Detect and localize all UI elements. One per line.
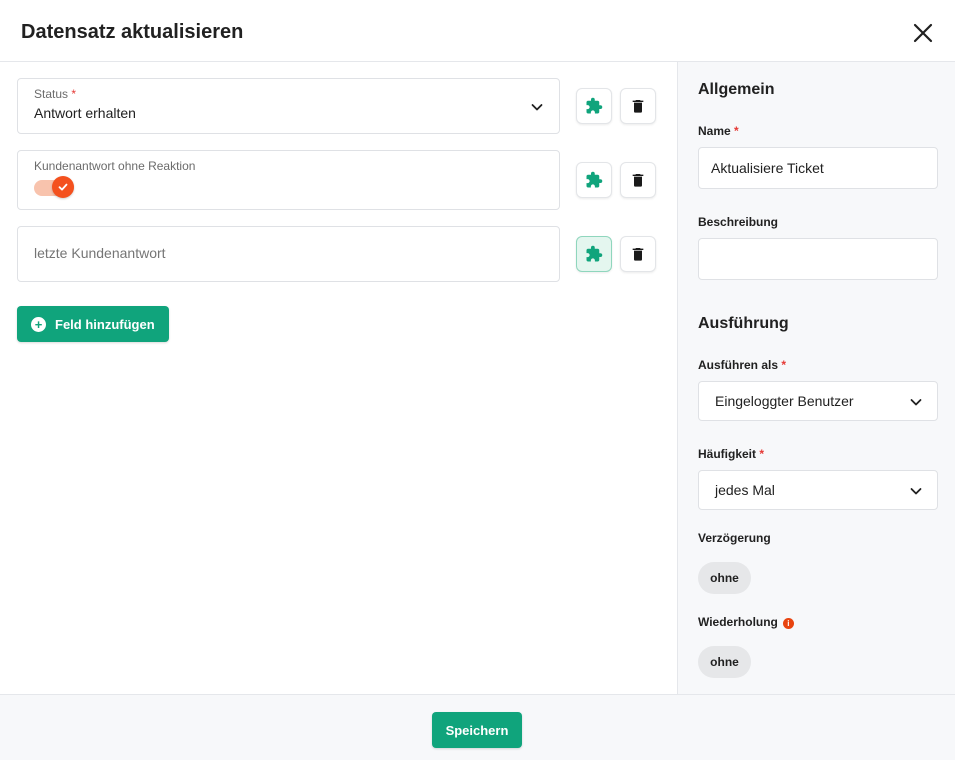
chevron-down-icon [531,104,543,111]
frequency-value: jedes Mal [715,482,775,498]
last-customer-reply-input[interactable]: letzte Kundenantwort [17,226,560,282]
run-as-label: Ausführen als * [698,358,787,372]
trash-icon [632,174,644,187]
save-button[interactable]: Speichern [432,712,522,748]
status-value: Antwort erhalten [34,105,136,121]
add-field-button[interactable]: + Feld hinzufügen [17,306,169,342]
general-section-title: Allgemein [698,81,775,98]
status-delete-button[interactable] [620,88,656,124]
last-customer-reply-variable-button[interactable] [576,236,612,272]
last-customer-reply-delete-button[interactable] [620,236,656,272]
name-input[interactable]: Aktualisiere Ticket [698,147,938,189]
puzzle-icon [586,171,603,188]
repeat-chip[interactable]: ohne [698,646,751,678]
status-label: Status * [34,87,77,101]
run-as-value: Eingeloggter Benutzer [715,393,854,409]
status-select[interactable]: Status * Antwort erhalten [17,78,560,134]
run-as-select[interactable]: Eingeloggter Benutzer [698,381,938,421]
close-icon[interactable] [910,20,936,46]
field-list-panel: Status * Antwort erhalten Kundenantwort … [0,62,677,694]
customer-reply-toggle-field: Kundenantwort ohne Reaktion [17,150,560,210]
trash-icon [632,248,644,261]
customer-reply-label: Kundenantwort ohne Reaktion [34,159,196,173]
puzzle-icon [586,245,603,262]
description-label: Beschreibung [698,215,779,229]
name-label: Name * [698,124,739,138]
execution-section-title: Ausführung [698,315,789,332]
info-icon[interactable]: i [782,618,794,629]
settings-panel: Allgemein Name * Aktualisiere Ticket Bes… [677,62,955,694]
frequency-select[interactable]: jedes Mal [698,470,938,510]
plus-circle-icon: + [31,316,46,332]
puzzle-icon [586,97,603,114]
dialog-footer: Speichern [0,694,955,760]
frequency-label: Häufigkeit * [698,447,765,461]
description-input[interactable] [698,238,938,280]
delay-chip[interactable]: ohne [698,562,751,594]
customer-reply-toggle[interactable] [34,176,74,198]
status-variable-button[interactable] [576,88,612,124]
trash-icon [632,100,644,113]
repeat-label: Wiederholung i [698,615,794,629]
chevron-down-icon [910,488,922,495]
add-field-label: Feld hinzufügen [55,316,155,332]
dialog-title: Datensatz aktualisieren [21,21,244,43]
customer-reply-variable-button[interactable] [576,162,612,198]
check-icon [52,176,74,198]
last-customer-reply-placeholder: letzte Kundenantwort [34,245,166,261]
chevron-down-icon [910,399,922,406]
name-value: Aktualisiere Ticket [711,160,824,176]
dialog-header: Datensatz aktualisieren [0,0,955,62]
delay-label: Verzögerung [698,531,771,545]
customer-reply-delete-button[interactable] [620,162,656,198]
